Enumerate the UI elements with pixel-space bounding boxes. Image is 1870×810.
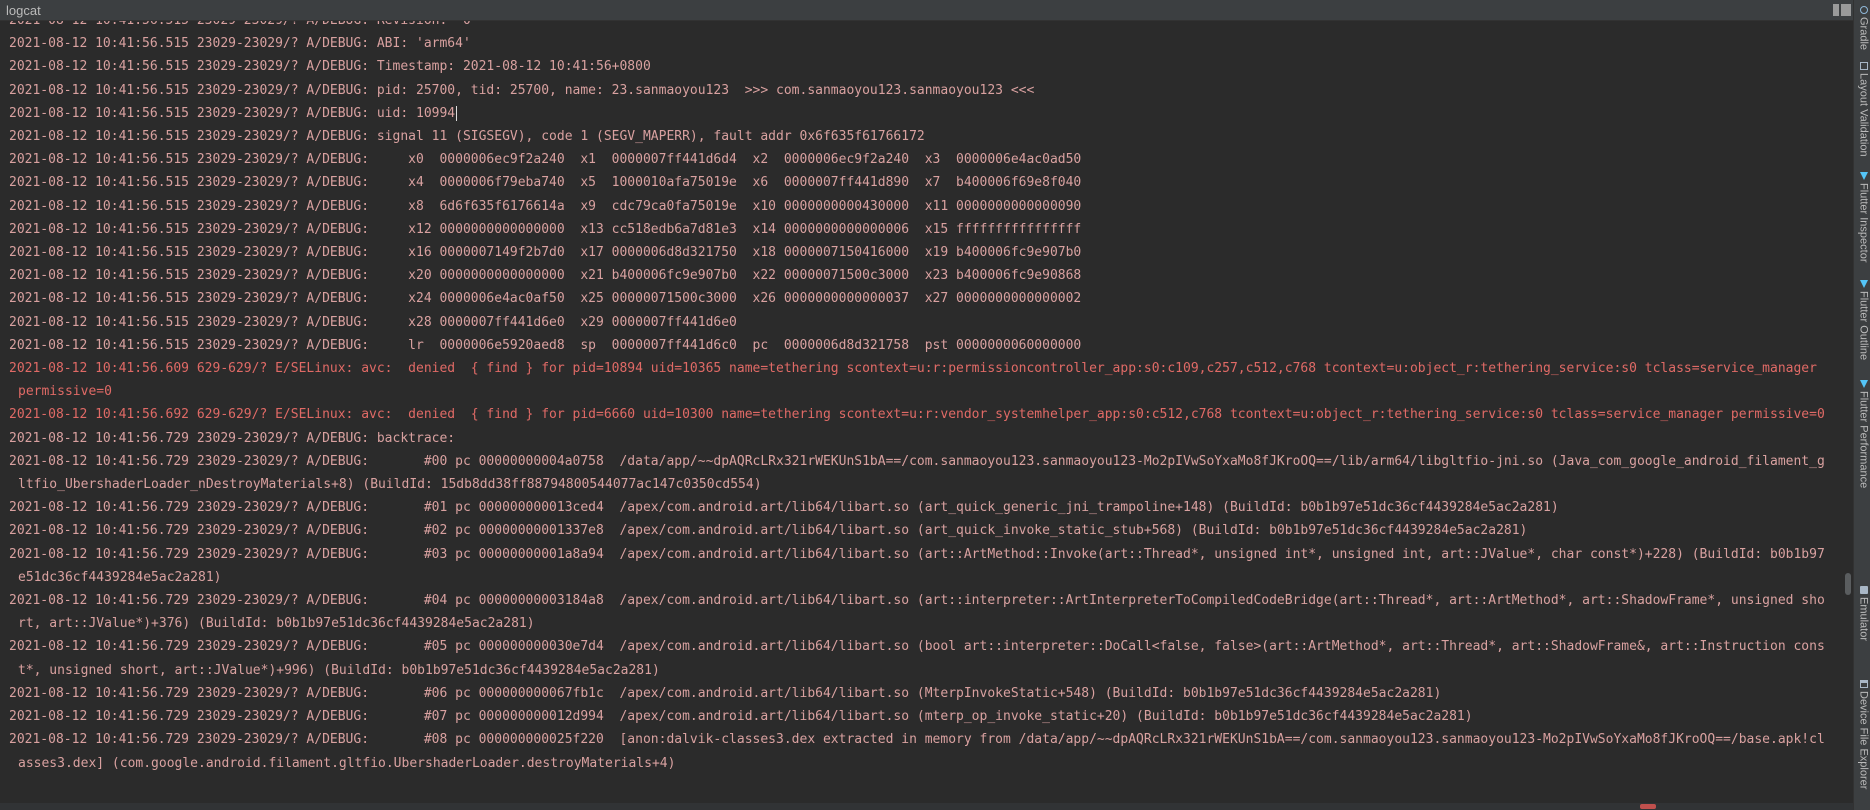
vertical-scrollbar-thumb[interactable] xyxy=(1845,573,1851,595)
log-line-assert: 2021-08-12 10:41:56.515 23029-23029/? A/… xyxy=(0,195,1830,218)
tab-flutter-inspector-label: Flutter Inspector xyxy=(1857,183,1870,263)
tab-flutter-inspector[interactable]: Flutter Inspector xyxy=(1854,172,1870,262)
vertical-scrollbar[interactable] xyxy=(1842,21,1853,803)
log-line-text: 2021-08-12 10:41:56.729 23029-23029/? A/… xyxy=(9,546,1825,585)
window-title: logcat xyxy=(6,2,41,18)
log-lines: 2021-08-12 10:41:56.515 23029-23029/? A/… xyxy=(0,21,1842,775)
log-line-text: 2021-08-12 10:41:56.729 23029-23029/? A/… xyxy=(9,639,1825,678)
tab-layout-validation[interactable]: Layout Validation xyxy=(1854,62,1870,157)
logcat-output[interactable]: 2021-08-12 10:41:56.515 23029-23029/? A/… xyxy=(0,21,1842,803)
horizontal-scrollbar-thumb[interactable] xyxy=(1640,804,1656,809)
right-tool-window-strip: Gradle Layout Validation Flutter Inspect… xyxy=(1853,0,1870,810)
log-line-assert: 2021-08-12 10:41:56.515 23029-23029/? A/… xyxy=(0,241,1830,264)
log-line-assert: 2021-08-12 10:41:56.729 23029-23029/? A/… xyxy=(0,450,1830,496)
device-file-explorer-icon xyxy=(1859,680,1868,688)
log-line-text: 2021-08-12 10:41:56.515 23029-23029/? A/… xyxy=(9,175,1082,191)
log-line-text: 2021-08-12 10:41:56.515 23029-23029/? A/… xyxy=(9,268,1082,284)
log-line-text: 2021-08-12 10:41:56.515 23029-23029/? A/… xyxy=(9,105,456,121)
log-line-assert: 2021-08-12 10:41:56.729 23029-23029/? A/… xyxy=(0,635,1830,681)
log-line-text: 2021-08-12 10:41:56.515 23029-23029/? A/… xyxy=(9,152,1082,168)
log-line-assert: 2021-08-12 10:41:56.515 23029-23029/? A/… xyxy=(0,171,1830,194)
log-line-text: 2021-08-12 10:41:56.515 23029-23029/? A/… xyxy=(9,59,651,75)
tab-emulator-label: Emulator xyxy=(1857,597,1870,642)
log-line-assert: 2021-08-12 10:41:56.515 23029-23029/? A/… xyxy=(0,148,1830,171)
logcat-title-bar: logcat xyxy=(0,0,1853,21)
log-line-assert: 2021-08-12 10:41:56.729 23029-23029/? A/… xyxy=(0,589,1830,635)
log-line-text: 2021-08-12 10:41:56.515 23029-23029/? A/… xyxy=(9,337,1082,353)
tab-layout-validation-label: Layout Validation xyxy=(1857,73,1870,157)
tab-gradle[interactable]: Gradle xyxy=(1854,6,1870,50)
log-line-assert: 2021-08-12 10:41:56.729 23029-23029/? A/… xyxy=(0,427,1830,450)
log-line-text: 2021-08-12 10:41:56.515 23029-23029/? A/… xyxy=(9,314,737,330)
log-line-text: 2021-08-12 10:41:56.729 23029-23029/? A/… xyxy=(9,430,456,446)
log-line-text: 2021-08-12 10:41:56.729 23029-23029/? A/… xyxy=(9,523,1528,539)
gradle-icon xyxy=(1859,6,1868,14)
flutter-icon xyxy=(1859,380,1868,388)
log-line-assert: 2021-08-12 10:41:56.515 23029-23029/? A/… xyxy=(0,334,1830,357)
tab-gradle-label: Gradle xyxy=(1857,17,1870,51)
log-line-assert: 2021-08-12 10:41:56.729 23029-23029/? A/… xyxy=(0,682,1830,705)
log-line-assert: 2021-08-12 10:41:56.729 23029-23029/? A/… xyxy=(0,705,1830,728)
tab-emulator[interactable]: Emulator xyxy=(1854,586,1870,641)
log-line-assert: 2021-08-12 10:41:56.515 23029-23029/? A/… xyxy=(0,287,1830,310)
log-line-assert: 2021-08-12 10:41:56.729 23029-23029/? A/… xyxy=(0,728,1830,774)
flutter-icon xyxy=(1859,280,1868,288)
log-line-text: 2021-08-12 10:41:56.515 23029-23029/? A/… xyxy=(9,21,479,28)
log-line-text: 2021-08-12 10:41:56.515 23029-23029/? A/… xyxy=(9,245,1082,261)
log-line-text: 2021-08-12 10:41:56.729 23029-23029/? A/… xyxy=(9,685,1442,701)
layout-validation-icon xyxy=(1859,62,1868,70)
log-line-assert: 2021-08-12 10:41:56.515 23029-23029/? A/… xyxy=(0,218,1830,241)
log-line-assert: 2021-08-12 10:41:56.515 23029-23029/? A/… xyxy=(0,21,1830,32)
log-line-assert: 2021-08-12 10:41:56.515 23029-23029/? A/… xyxy=(0,32,1830,55)
log-line-assert: 2021-08-12 10:41:56.729 23029-23029/? A/… xyxy=(0,496,1830,519)
layout-toggle-icon[interactable] xyxy=(1833,4,1851,16)
log-line-text: 2021-08-12 10:41:56.692 629-629/? E/SELi… xyxy=(9,407,1825,423)
log-line-assert: 2021-08-12 10:41:56.515 23029-23029/? A/… xyxy=(0,125,1830,148)
tab-flutter-performance[interactable]: Flutter Performance xyxy=(1854,380,1870,488)
flutter-icon xyxy=(1859,172,1868,180)
tab-flutter-outline-label: Flutter Outline xyxy=(1857,291,1870,361)
log-line-text: 2021-08-12 10:41:56.729 23029-23029/? A/… xyxy=(9,593,1825,632)
log-line-assert: 2021-08-12 10:41:56.729 23029-23029/? A/… xyxy=(0,519,1830,542)
log-line-assert: 2021-08-12 10:41:56.515 23029-23029/? A/… xyxy=(0,102,1830,125)
log-line-text: 2021-08-12 10:41:56.515 23029-23029/? A/… xyxy=(9,82,1035,98)
log-line-text: 2021-08-12 10:41:56.515 23029-23029/? A/… xyxy=(9,129,925,145)
text-caret xyxy=(456,105,458,121)
tab-device-file-explorer-label: Device File Explorer xyxy=(1857,691,1870,790)
log-line-text: 2021-08-12 10:41:56.515 23029-23029/? A/… xyxy=(9,221,1082,237)
log-line-error: 2021-08-12 10:41:56.692 629-629/? E/SELi… xyxy=(0,403,1830,426)
log-line-assert: 2021-08-12 10:41:56.515 23029-23029/? A/… xyxy=(0,264,1830,287)
log-line-text: 2021-08-12 10:41:56.729 23029-23029/? A/… xyxy=(9,709,1473,725)
tab-flutter-outline[interactable]: Flutter Outline xyxy=(1854,280,1870,360)
log-line-assert: 2021-08-12 10:41:56.515 23029-23029/? A/… xyxy=(0,79,1830,102)
log-line-assert: 2021-08-12 10:41:56.729 23029-23029/? A/… xyxy=(0,543,1830,589)
log-line-text: 2021-08-12 10:41:56.515 23029-23029/? A/… xyxy=(9,198,1082,214)
tab-device-file-explorer[interactable]: Device File Explorer xyxy=(1854,680,1870,789)
log-line-assert: 2021-08-12 10:41:56.515 23029-23029/? A/… xyxy=(0,311,1830,334)
horizontal-scrollbar[interactable] xyxy=(0,803,1853,810)
log-line-text: 2021-08-12 10:41:56.515 23029-23029/? A/… xyxy=(9,291,1082,307)
log-line-text: 2021-08-12 10:41:56.515 23029-23029/? A/… xyxy=(9,36,471,52)
log-line-text: 2021-08-12 10:41:56.729 23029-23029/? A/… xyxy=(9,732,1825,771)
log-line-text: 2021-08-12 10:41:56.729 23029-23029/? A/… xyxy=(9,500,1559,516)
log-line-text: 2021-08-12 10:41:56.729 23029-23029/? A/… xyxy=(9,453,1825,493)
log-line-error: 2021-08-12 10:41:56.609 629-629/? E/SELi… xyxy=(0,357,1830,403)
tab-flutter-performance-label: Flutter Performance xyxy=(1857,391,1870,489)
log-line-text: 2021-08-12 10:41:56.609 629-629/? E/SELi… xyxy=(9,361,1825,400)
log-line-assert: 2021-08-12 10:41:56.515 23029-23029/? A/… xyxy=(0,55,1830,78)
emulator-icon xyxy=(1859,586,1868,594)
